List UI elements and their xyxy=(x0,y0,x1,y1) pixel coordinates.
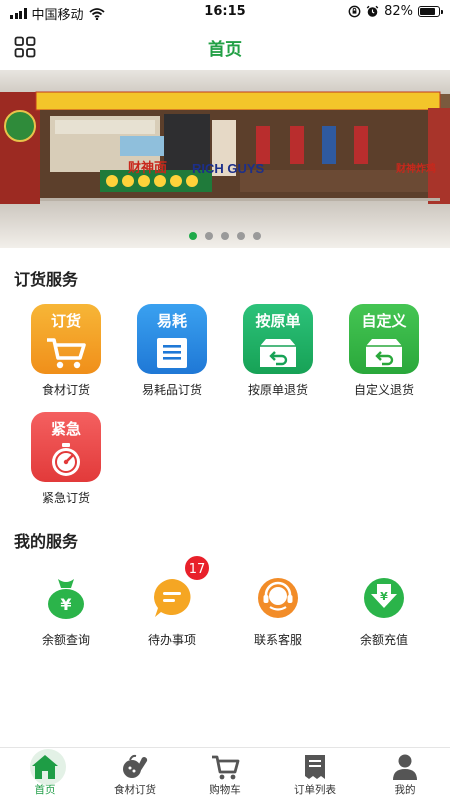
tile-label: 紧急订货 xyxy=(41,491,90,505)
banner-sign-right: 财神炸鸡 xyxy=(396,164,436,175)
cart-icon xyxy=(210,753,240,781)
recharge-icon: ¥ xyxy=(363,576,405,618)
service-customer-support[interactable]: 联系客服 xyxy=(230,576,326,648)
carousel-dots xyxy=(0,232,450,240)
return-box-icon: 自定义 xyxy=(349,304,419,374)
tab-food-order[interactable]: 食材订货 xyxy=(90,748,180,800)
status-bar: 中国移动 16:15 82% xyxy=(0,0,450,24)
service-label: 待办事项 xyxy=(147,633,196,647)
carousel-dot[interactable] xyxy=(237,232,245,240)
todo-count-badge: 17 xyxy=(183,554,211,582)
service-recharge[interactable]: ¥ 余额充值 xyxy=(336,576,432,648)
tab-label: 食材订货 xyxy=(114,784,156,796)
banner-carousel[interactable]: 财神面 RICH GUYS 财神炸鸡 xyxy=(0,70,450,248)
svg-text:¥: ¥ xyxy=(60,595,71,614)
tile-icon-text: 订货 xyxy=(50,312,81,330)
chat-bubble-icon: 17 xyxy=(151,554,211,618)
service-label: 联系客服 xyxy=(253,633,302,647)
tile-return-by-order[interactable]: 按原单 按原单退货 xyxy=(230,304,326,398)
tab-bar: 首页 食材订货 购物车 订单列表 我的 xyxy=(0,747,450,800)
tile-label: 自定义退货 xyxy=(353,383,414,397)
tab-home[interactable]: 首页 xyxy=(0,748,90,800)
tab-me[interactable]: 我的 xyxy=(360,748,450,800)
user-icon xyxy=(390,753,420,781)
carousel-dot[interactable] xyxy=(221,232,229,240)
tab-cart[interactable]: 购物车 xyxy=(180,748,270,800)
page-title: 首页 xyxy=(208,40,242,60)
tile-label: 易耗品订货 xyxy=(141,383,202,397)
tab-label: 购物车 xyxy=(209,784,241,796)
vegetables-icon xyxy=(120,753,150,781)
banner-image xyxy=(0,70,450,248)
banner-sign-left: 财神面 xyxy=(128,161,168,176)
tile-custom-return[interactable]: 自定义 自定义退货 xyxy=(336,304,432,398)
receipt-icon xyxy=(300,753,330,781)
carousel-dot[interactable] xyxy=(189,232,197,240)
tile-icon-text: 自定义 xyxy=(361,312,407,330)
tile-label: 食材订货 xyxy=(41,383,90,397)
document-icon: 易耗 xyxy=(137,304,207,374)
service-label: 余额充值 xyxy=(359,633,408,647)
banner-sign-en: RICH GUYS xyxy=(192,161,265,176)
home-icon xyxy=(30,753,60,781)
header: 首页 xyxy=(0,26,450,68)
battery-icon xyxy=(418,6,443,17)
section-title-my: 我的服务 xyxy=(14,532,79,551)
section-title-order: 订货服务 xyxy=(14,270,79,289)
tile-label: 按原单退货 xyxy=(247,383,308,397)
carousel-dot[interactable] xyxy=(205,232,213,240)
service-balance-query[interactable]: ¥ 余额查询 xyxy=(18,576,114,648)
battery-percent: 82% xyxy=(384,4,413,19)
cart-icon: 订货 xyxy=(31,304,101,374)
tile-icon-text: 按原单 xyxy=(255,312,301,330)
tile-food-order[interactable]: 订货 食材订货 xyxy=(18,304,114,398)
tile-urgent-order[interactable]: 紧急 紧急订货 xyxy=(18,412,114,506)
return-box-icon: 按原单 xyxy=(243,304,313,374)
money-bag-icon: ¥ xyxy=(45,576,87,619)
status-right: 82% xyxy=(348,4,443,19)
svg-text:¥: ¥ xyxy=(380,590,388,603)
tab-label: 我的 xyxy=(394,784,416,796)
headset-icon xyxy=(257,576,299,618)
alarm-icon xyxy=(366,5,379,17)
tab-order-list[interactable]: 订单列表 xyxy=(270,748,360,800)
carousel-dot[interactable] xyxy=(253,232,261,240)
tile-consumables-order[interactable]: 易耗 易耗品订货 xyxy=(124,304,220,398)
stopwatch-icon: 紧急 xyxy=(31,412,101,482)
service-label: 余额查询 xyxy=(41,633,90,647)
tab-label: 订单列表 xyxy=(294,784,336,796)
tile-icon-text: 紧急 xyxy=(50,420,81,438)
tile-icon-text: 易耗 xyxy=(156,312,187,330)
orientation-lock-icon xyxy=(348,5,361,18)
service-todo[interactable]: 17 待办事项 xyxy=(124,554,220,648)
